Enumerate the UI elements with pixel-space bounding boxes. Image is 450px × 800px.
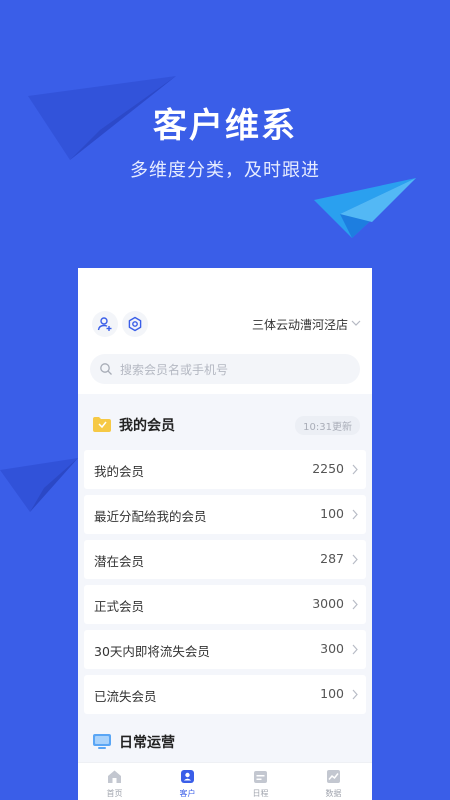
add-member-button[interactable] [92, 311, 118, 337]
header: 三体云动漕河泾店 搜索会员名或手机号 [78, 268, 372, 394]
row-count: 2250 [312, 461, 344, 476]
tab-label: 日程 [252, 789, 269, 798]
tab-data[interactable]: 数据 [297, 763, 370, 800]
row-label: 正式会员 [94, 599, 145, 614]
row-count: 100 [320, 506, 344, 521]
chevron-right-icon [352, 689, 358, 700]
members-section-header: 我的会员 10:31更新 [78, 405, 372, 445]
data-icon [327, 770, 340, 783]
folder-icon [93, 417, 111, 432]
members-section-title: 我的会员 [119, 418, 175, 434]
promo-subtitle: 多维度分类，及时跟进 [130, 160, 320, 181]
search-input[interactable]: 搜索会员名或手机号 [90, 354, 360, 384]
row-label: 已流失会员 [94, 689, 157, 704]
update-time-badge: 10:31更新 [295, 416, 360, 435]
chevron-right-icon [352, 509, 358, 520]
add-user-icon [97, 317, 112, 331]
chevron-right-icon [352, 644, 358, 655]
paper-plane-right-icon [314, 178, 416, 238]
row-label: 我的会员 [94, 464, 145, 479]
customer-icon [181, 770, 194, 783]
promo-title: 客户维系 [153, 106, 297, 146]
member-row-formal[interactable]: 正式会员 3000 [84, 585, 366, 624]
settings-button[interactable] [122, 311, 148, 337]
operations-section-title: 日常运营 [119, 735, 175, 751]
app-screen: 三体云动漕河泾店 搜索会员名或手机号 我的会员 10:31更新 我的会员 225… [78, 268, 372, 800]
row-label: 30天内即将流失会员 [94, 644, 210, 659]
member-row-potential[interactable]: 潜在会员 287 [84, 540, 366, 579]
operations-section-header: 日常运营 [78, 722, 372, 762]
paper-plane-left-icon [0, 458, 78, 512]
store-selector[interactable]: 三体云动漕河泾店 [252, 316, 348, 333]
tab-label: 首页 [106, 789, 123, 798]
member-row-at-risk[interactable]: 30天内即将流失会员 300 [84, 630, 366, 669]
member-row-recently-assigned[interactable]: 最近分配给我的会员 100 [84, 495, 366, 534]
row-count: 300 [320, 641, 344, 656]
chevron-right-icon [352, 464, 358, 475]
monitor-icon [93, 734, 111, 749]
tab-schedule[interactable]: 日程 [224, 763, 297, 800]
chevron-right-icon [352, 554, 358, 565]
tab-customers[interactable]: 客户 [151, 763, 224, 800]
home-icon [108, 770, 121, 783]
member-row-my-members[interactable]: 我的会员 2250 [84, 450, 366, 489]
tab-label: 客户 [179, 789, 196, 798]
gear-icon [128, 316, 142, 332]
tab-label: 数据 [325, 789, 342, 798]
bottom-tab-bar: 首页 客户 日程 数据 [78, 762, 372, 800]
search-placeholder: 搜索会员名或手机号 [120, 363, 229, 377]
chevron-right-icon [352, 599, 358, 610]
tab-home[interactable]: 首页 [78, 763, 151, 800]
row-label: 最近分配给我的会员 [94, 509, 207, 524]
schedule-icon [254, 771, 267, 783]
search-icon [100, 363, 112, 375]
row-count: 287 [320, 551, 344, 566]
member-row-lost[interactable]: 已流失会员 100 [84, 675, 366, 714]
chevron-down-icon[interactable] [350, 317, 362, 329]
row-label: 潜在会员 [94, 554, 145, 569]
row-count: 100 [320, 686, 344, 701]
row-count: 3000 [312, 596, 344, 611]
